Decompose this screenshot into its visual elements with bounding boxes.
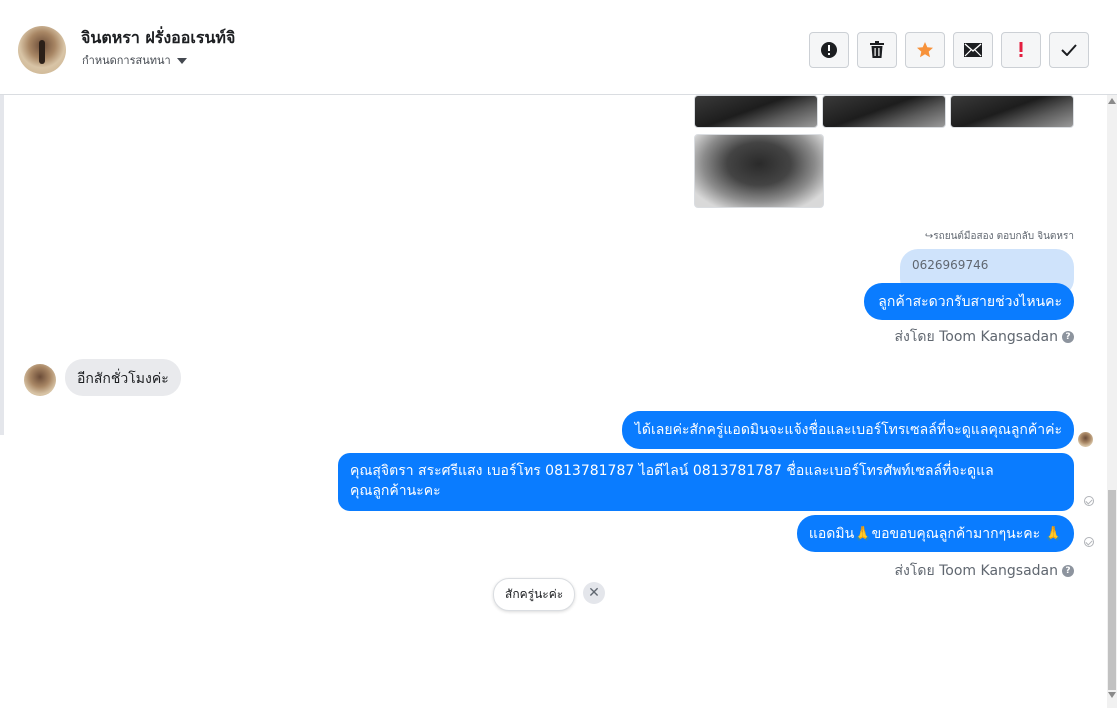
close-icon[interactable]: ✕	[583, 582, 605, 604]
customer-avatar[interactable]	[24, 364, 56, 396]
help-question-icon[interactable]: ?	[1062, 331, 1074, 343]
message-line: คุณสุจิตรา สระศรีแสง เบอร์โทร 0813781787…	[350, 463, 994, 479]
scrollbar-thumb[interactable]	[1108, 490, 1116, 690]
outgoing-message-bubble[interactable]: คุณสุจิตรา สระศรีแสง เบอร์โทร 0813781787…	[338, 453, 1074, 511]
conversation-label-text: กำหนดการสนทนา	[82, 54, 171, 67]
delivered-check-icon	[1084, 496, 1094, 506]
scroll-down-arrow-icon[interactable]	[1108, 692, 1116, 698]
check-icon	[1061, 44, 1077, 56]
done-button[interactable]	[1049, 32, 1089, 68]
trash-icon	[870, 41, 884, 58]
star-icon	[917, 42, 933, 58]
conversation-label-dropdown[interactable]: กำหนดการสนทนา	[82, 51, 187, 69]
contact-name[interactable]: จินตหรา ฝรั่งออเรนท์จิ	[81, 26, 235, 51]
conversation-header: จินตหรา ฝรั่งออเรนท์จิ กำหนดการสนทนา	[0, 6, 1117, 95]
left-panel-edge	[0, 95, 4, 435]
contact-avatar[interactable]	[18, 26, 66, 74]
mark-unread-button[interactable]	[953, 32, 993, 68]
exclamation-icon	[1019, 42, 1023, 57]
incoming-message-bubble[interactable]: อีกสักชั่วโมงค่ะ	[65, 359, 181, 396]
delete-button[interactable]	[857, 32, 897, 68]
seen-avatar	[1078, 432, 1093, 447]
sent-by-label: ส่งโดย Toom Kangsadan?	[894, 560, 1074, 582]
delivered-check-icon	[1084, 537, 1094, 547]
scroll-up-arrow-icon[interactable]	[1108, 98, 1116, 104]
car-interior-photo-3[interactable]	[950, 95, 1074, 128]
caret-down-icon	[176, 58, 187, 64]
help-question-icon[interactable]: ?	[1062, 565, 1074, 577]
sent-by-label: ส่งโดย Toom Kangsadan?	[894, 326, 1074, 348]
message-line: คุณลูกค้านะคะ	[350, 483, 441, 499]
report-button[interactable]	[809, 32, 849, 68]
outgoing-message-bubble[interactable]: ได้เลยค่ะสักครู่แอดมินจะแจ้งชื่อและเบอร์…	[621, 411, 1074, 449]
car-engine-photo[interactable]	[694, 134, 824, 208]
outgoing-message-bubble[interactable]: ลูกค้าสะดวกรับสายช่วงไหนคะ	[864, 283, 1074, 320]
important-button[interactable]	[1001, 32, 1041, 68]
sent-by-text: ส่งโดย Toom Kangsadan	[894, 329, 1058, 345]
star-button[interactable]	[905, 32, 945, 68]
sent-by-text: ส่งโดย Toom Kangsadan	[894, 563, 1058, 579]
car-interior-photo-1[interactable]	[694, 95, 818, 128]
envelope-icon	[964, 43, 982, 57]
exclamation-circle-icon	[821, 42, 837, 58]
quick-reply-chip[interactable]: สักครู่นะค่ะ	[493, 578, 576, 611]
car-interior-photo-2[interactable]	[822, 95, 946, 128]
reply-context-label: ↪รถยนต์มือสอง ตอบกลับ จินตหรา	[924, 231, 1074, 242]
outgoing-message-bubble[interactable]: แอดมิน🙏ขอขอบคุณลูกค้ามากๆนะคะ 🙏	[796, 515, 1074, 552]
